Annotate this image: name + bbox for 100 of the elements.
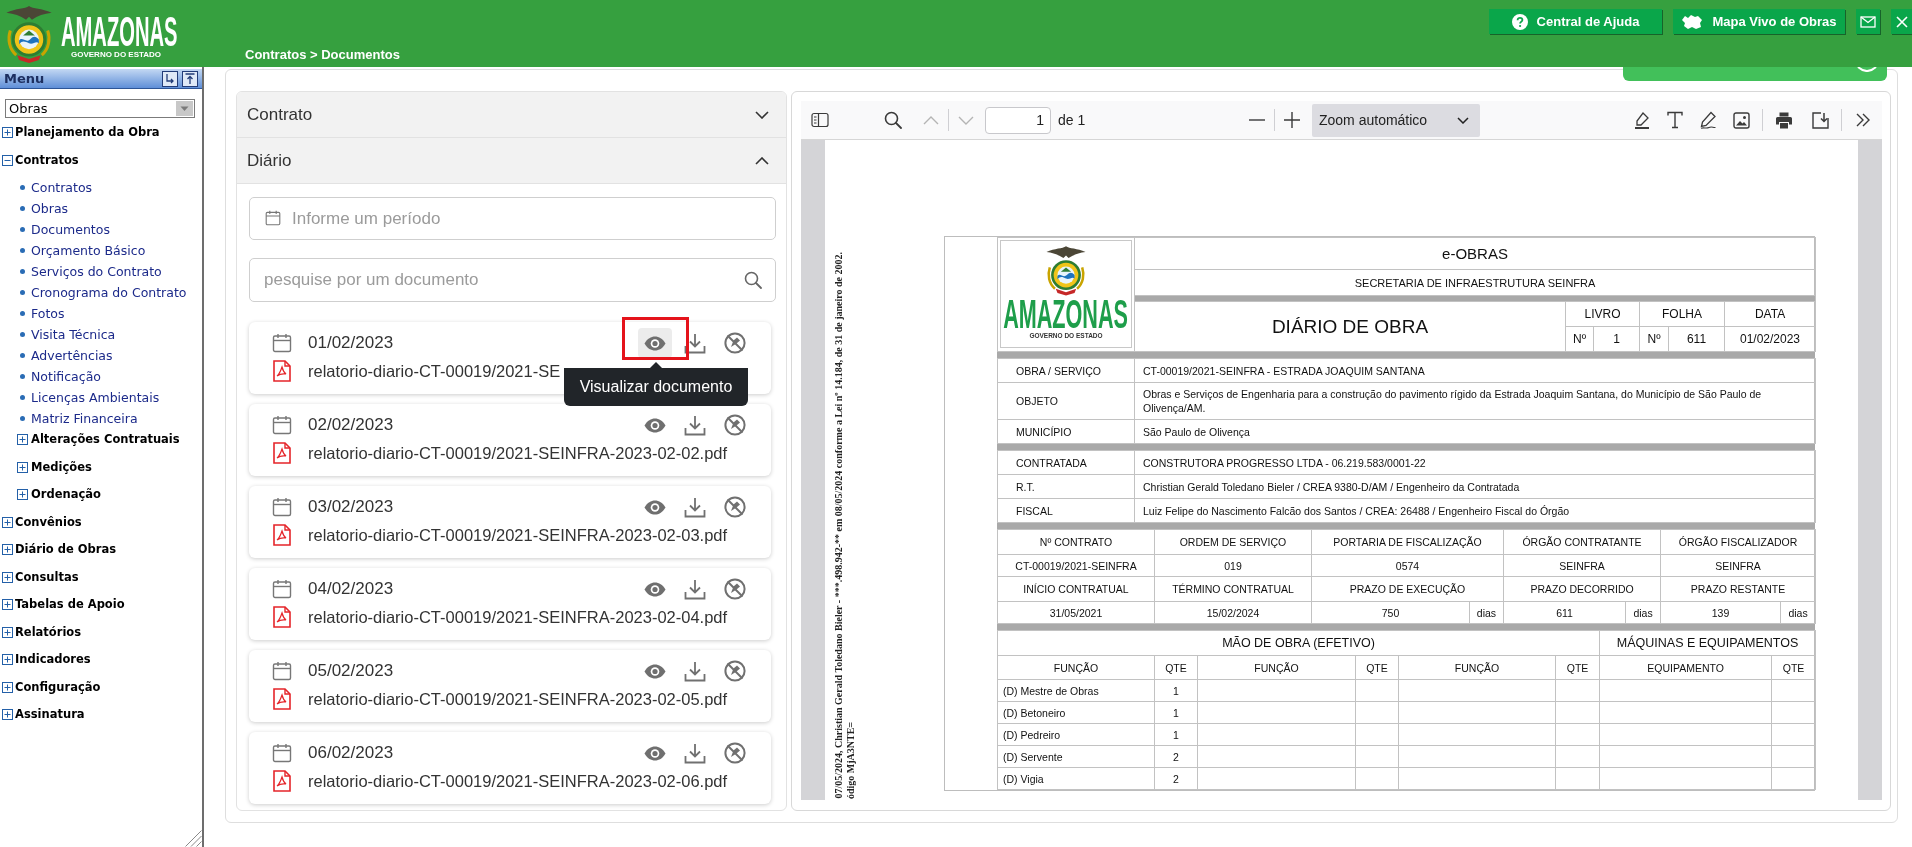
image-icon[interactable]	[1732, 111, 1750, 129]
field-label: MUNICÍPIO	[997, 419, 1135, 444]
pen-icon[interactable]	[1699, 111, 1717, 129]
menu-group[interactable]: Medições	[17, 456, 92, 484]
search-field[interactable]: pesquise por um documento	[249, 258, 776, 302]
table-cell: 139	[1660, 601, 1781, 624]
menu-group[interactable]: Diário de Obras	[2, 539, 117, 567]
column-header: Nº CONTRATO	[997, 529, 1155, 555]
slashed-circle-icon[interactable]	[724, 742, 746, 764]
sidebar-link[interactable]: Visita Técnica	[20, 324, 116, 345]
sidebar-link[interactable]: Matriz Financeira	[20, 408, 138, 429]
calendar-icon	[272, 661, 292, 681]
document-download-icon[interactable]	[1811, 111, 1829, 129]
slashed-circle-icon[interactable]	[724, 660, 746, 682]
section-title: MÁQUINAS E EQUIPAMENTOS	[1599, 630, 1816, 656]
file-name: relatorio-diario-CT-00019/2021-SEINFRA-2023-02-06.pdf	[308, 771, 728, 791]
calendar-icon	[272, 333, 292, 353]
sidebar-link[interactable]: Notificação	[20, 366, 101, 387]
menu-group[interactable]: Alterações Contratuais	[17, 429, 180, 457]
zoom-select[interactable]: Zoom automático	[1312, 103, 1480, 137]
slashed-circle-icon[interactable]	[724, 332, 746, 354]
up-arrow-icon[interactable]	[182, 70, 198, 87]
close-button[interactable]	[1891, 9, 1912, 34]
column-header: FUNÇÃO	[997, 655, 1155, 680]
register-value: 1	[1593, 326, 1640, 352]
menu-group[interactable]: Ordenação	[17, 484, 101, 512]
eye-icon	[644, 499, 666, 515]
sidebar-link[interactable]: Fotos	[20, 303, 65, 324]
sidebar-link[interactable]: Cronograma do Contrato	[20, 282, 187, 303]
sidebar-icon[interactable]	[811, 112, 829, 128]
sidebar-link[interactable]: Contratos	[20, 177, 93, 198]
menu-group[interactable]: Contratos	[2, 149, 79, 177]
menu-group[interactable]: Convênios	[2, 511, 82, 539]
download-icon[interactable]	[684, 414, 706, 436]
field-label: R.T.	[997, 474, 1135, 499]
download-icon[interactable]	[684, 496, 706, 518]
bullet-icon	[20, 269, 25, 274]
download-icon[interactable]	[684, 332, 706, 354]
column-header: QTE	[1555, 655, 1600, 680]
table-cell: (D) Pedreiro	[997, 723, 1155, 746]
signature-stamp-text: 07/05/2024, Christian Gerald Toledano Bieler - ***.498.942-** em 08/05/2024 conforme a Lei nº 14.184, de 31 de janeiro de 2002.	[833, 252, 845, 799]
column-header: QTE	[1154, 655, 1198, 680]
menu-group[interactable]: Consultas	[2, 566, 79, 594]
column-header: TÉRMINO CONTRATUAL	[1154, 576, 1312, 602]
page-number-field[interactable]: 1	[985, 106, 1051, 134]
field-label: OBRA / SERVIÇO	[997, 358, 1135, 383]
bullet-icon	[20, 311, 25, 316]
calendar-icon	[265, 210, 281, 226]
slashed-circle-icon[interactable]	[724, 414, 746, 436]
sidebar-link[interactable]: Obras	[20, 198, 69, 219]
bullet-icon	[20, 332, 25, 337]
table-cell: SEINFRA	[1503, 554, 1661, 577]
eye-icon	[644, 745, 666, 761]
column-header: QTE	[1771, 655, 1816, 680]
table-cell: 1	[1154, 701, 1198, 724]
column-header: PRAZO RESTANTE	[1660, 576, 1816, 602]
table-cell: 31/05/2021	[997, 601, 1155, 624]
slashed-circle-icon[interactable]	[724, 578, 746, 600]
table-cell: 019	[1154, 554, 1312, 577]
file-name: relatorio-diario-CT-00019/2021-SE	[308, 361, 561, 381]
menu-group[interactable]: Indicadores	[2, 649, 91, 677]
accordion-header[interactable]: Contrato	[237, 92, 786, 138]
sidebar-link[interactable]: Licenças Ambientais	[20, 387, 160, 408]
sidebar-link[interactable]: Orçamento Básico	[20, 240, 146, 261]
module-select[interactable]: Obras	[5, 99, 195, 118]
menu-group[interactable]: Configuração	[2, 676, 101, 704]
accordion-header[interactable]: Diário	[237, 138, 786, 184]
double-chevron-icon[interactable]	[1855, 113, 1871, 127]
eye-icon	[644, 335, 666, 351]
register-label: LIVRO	[1565, 301, 1640, 327]
tooltip: Visualizar documento	[564, 362, 748, 406]
letter-t-icon[interactable]	[1667, 111, 1683, 129]
bullet-icon	[20, 395, 25, 400]
view-button[interactable]	[638, 328, 672, 358]
menu-group[interactable]: Relatórios	[2, 621, 82, 649]
printer-icon[interactable]	[1775, 111, 1793, 129]
sidebar-link[interactable]: Documentos	[20, 219, 110, 240]
highlighter-icon[interactable]	[1633, 111, 1651, 129]
table-cell: 750	[1311, 601, 1470, 624]
menu-group[interactable]: Tabelas de Apoio	[2, 594, 125, 622]
sidebar-link[interactable]: Serviços do Contrato	[20, 261, 162, 282]
signature-stamp-text: ódigo MjA3NTE=	[845, 721, 857, 799]
download-icon[interactable]	[684, 742, 706, 764]
plus-icon[interactable]	[1284, 112, 1300, 128]
search-icon[interactable]	[884, 111, 902, 129]
menu-title: Menu	[4, 70, 45, 87]
register-label: FOLHA	[1639, 301, 1725, 327]
logo-title: AMAZONAS	[61, 14, 178, 50]
period-field[interactable]: Informe um período	[249, 197, 776, 240]
download-icon[interactable]	[684, 578, 706, 600]
arc-icon	[1857, 67, 1877, 72]
slashed-circle-icon[interactable]	[724, 496, 746, 518]
field-value: Obras e Serviços de Engenharia para a construção do pavimento rígido da Estrada Joaquim Santana, do Município de São Paulo de Olivença/AM.	[1134, 382, 1816, 420]
menu-group[interactable]: Assinatura	[2, 704, 85, 732]
mail-button[interactable]	[1856, 9, 1880, 34]
menu-group[interactable]: Planejamento da Obra	[2, 122, 160, 150]
sidebar-link[interactable]: Advertências	[20, 345, 113, 366]
download-icon[interactable]	[684, 660, 706, 682]
search-icon	[744, 271, 762, 289]
bullet-icon	[20, 227, 25, 232]
